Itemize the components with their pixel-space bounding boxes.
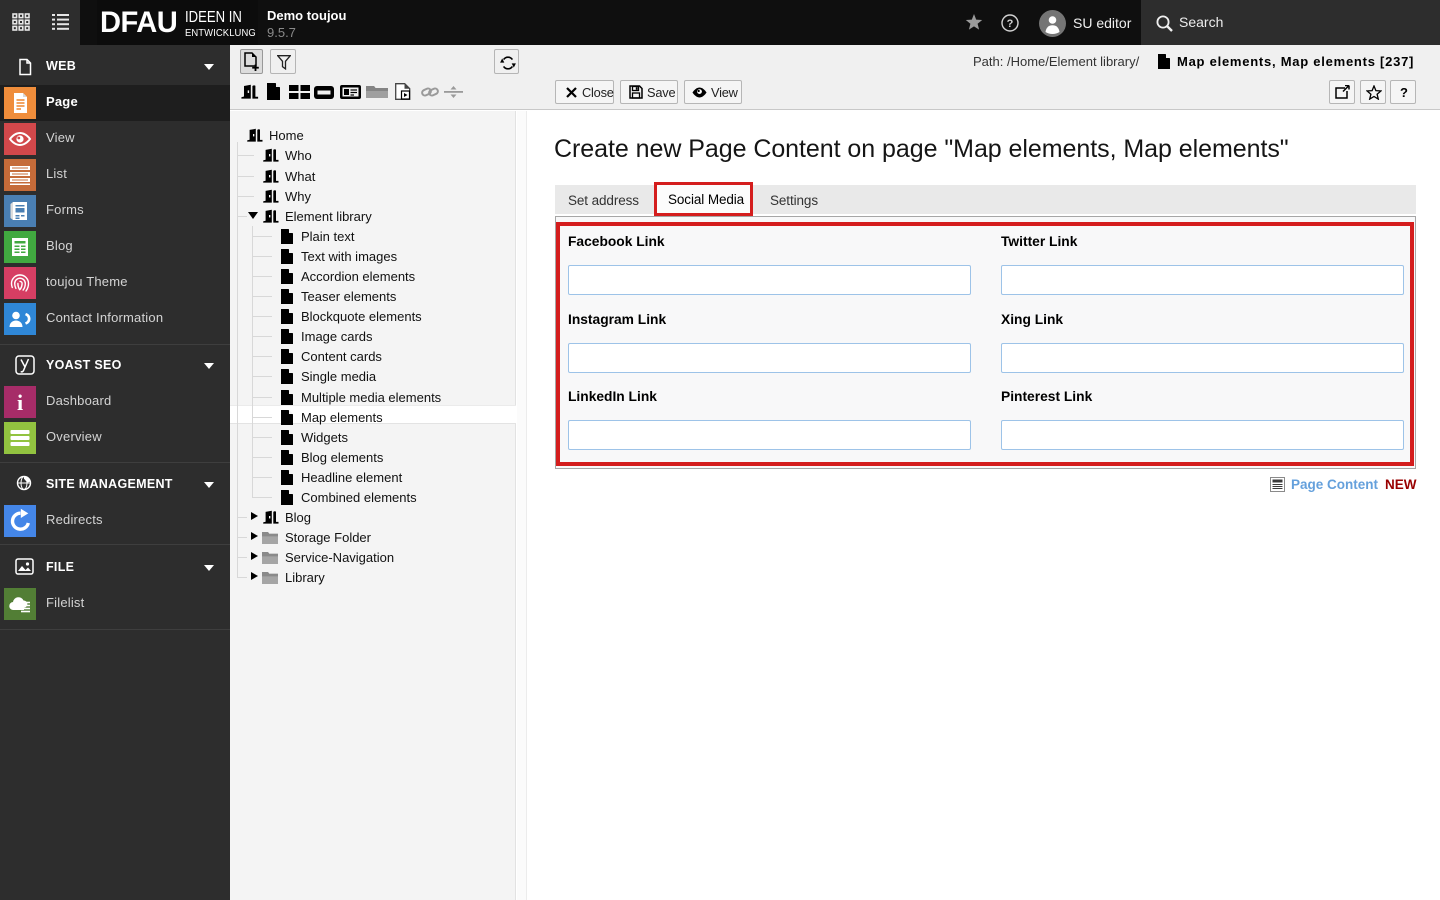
- svg-text:?: ?: [1007, 18, 1014, 30]
- svg-text:i: i: [17, 390, 23, 415]
